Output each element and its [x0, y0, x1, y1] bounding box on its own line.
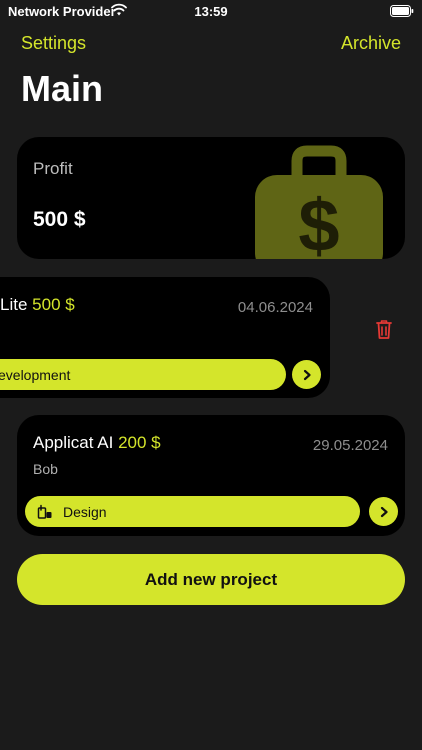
project-title: Lite 500 $ — [0, 295, 75, 315]
profit-value: 500 $ — [33, 208, 86, 231]
profit-label: Profit — [33, 159, 73, 178]
main-screen: Network Provider 13:59 Settings Archive … — [0, 0, 422, 750]
archive-link[interactable]: Archive — [341, 33, 401, 54]
project-date: 04.06.2024 — [237, 299, 313, 316]
open-project-button[interactable] — [292, 360, 321, 389]
project-name: Applicat AI — [33, 433, 114, 452]
category-pill[interactable]: Design — [25, 496, 360, 527]
category-pill[interactable]: evelopment — [0, 359, 286, 390]
add-project-button[interactable]: Add new project — [17, 554, 405, 605]
trash-icon[interactable] — [374, 318, 394, 340]
project-client: Bob — [33, 461, 58, 477]
page-title: Main — [21, 68, 104, 109]
status-time: 13:59 — [194, 4, 228, 19]
category-label: Design — [63, 503, 107, 520]
svg-text:$: $ — [298, 184, 339, 259]
project-title: Applicat AI 200 $ — [33, 433, 161, 453]
project-card[interactable]: Lite 500 $ 04.06.2024 evelopment — [0, 277, 330, 398]
project-name: Lite — [0, 295, 28, 314]
design-tools-icon — [37, 504, 52, 519]
profit-card: Profit 500 $ $ — [17, 137, 405, 259]
chevron-right-icon — [303, 369, 311, 380]
battery-icon — [390, 5, 414, 17]
open-project-button[interactable] — [369, 497, 398, 526]
project-price: 500 $ — [32, 295, 75, 314]
settings-link[interactable]: Settings — [21, 33, 86, 54]
category-label: evelopment — [0, 366, 71, 383]
chevron-right-icon — [380, 506, 388, 517]
project-card[interactable]: Applicat AI 200 $ 29.05.2024 Bob Design — [17, 415, 405, 536]
status-bar: Network Provider 13:59 — [0, 0, 422, 24]
project-price: 200 $ — [118, 433, 161, 452]
money-bag-icon: $ — [255, 145, 383, 259]
project-date: 29.05.2024 — [312, 437, 388, 454]
